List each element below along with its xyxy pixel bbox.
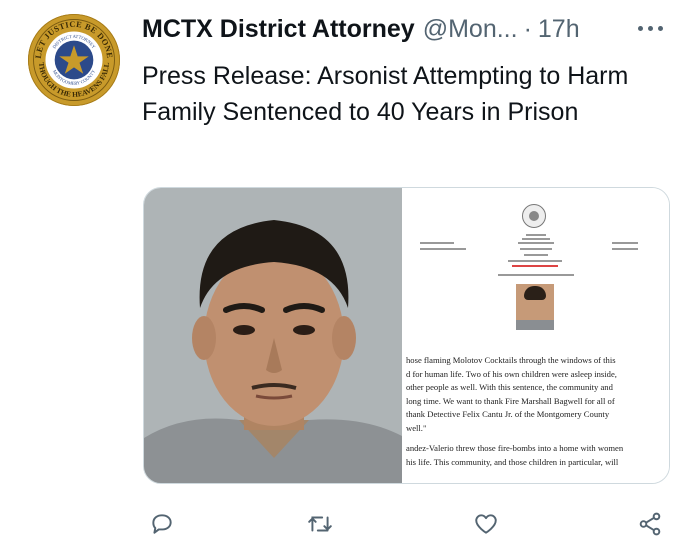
press-release-document: hose flaming Molotov Cocktails through t…: [402, 188, 669, 483]
share-icon: [639, 512, 661, 536]
document-seal-icon: [522, 204, 546, 228]
retweet-button[interactable]: [300, 504, 340, 544]
heart-icon: [475, 514, 497, 534]
user-handle[interactable]: @Mon...: [423, 15, 518, 44]
more-dot-icon: [657, 25, 663, 31]
reply-button[interactable]: [142, 504, 182, 544]
document-photo: [516, 284, 554, 330]
display-name[interactable]: MCTX District Attorney: [142, 15, 415, 44]
more-dot-icon: [647, 25, 653, 31]
tweet-text: Press Release: Arsonist Attempting to Ha…: [142, 62, 629, 126]
district-attorney-seal-icon: LET JUSTICE BE DONE THOUGH THE HEAVENS F…: [28, 14, 120, 106]
separator-dot: ·: [523, 14, 532, 43]
tweet-header: MCTX District Attorney @Mon... · 17h: [142, 12, 580, 46]
document-paragraph-2: andez-Valerio threw those fire-bombs int…: [406, 443, 624, 467]
tweet-actions: [0, 504, 700, 544]
timestamp[interactable]: 17h: [538, 15, 580, 44]
retweet-icon: [308, 516, 332, 532]
avatar[interactable]: LET JUSTICE BE DONE THOUGH THE HEAVENS F…: [28, 14, 120, 106]
mugshot-photo: [144, 188, 402, 483]
like-button[interactable]: [466, 504, 506, 544]
document-paragraph-1: hose flaming Molotov Cocktails through t…: [406, 355, 617, 433]
tweet-media[interactable]: hose flaming Molotov Cocktails through t…: [143, 187, 670, 484]
reply-icon: [152, 514, 172, 534]
more-options-button[interactable]: [628, 16, 672, 40]
more-dot-icon: [637, 25, 643, 31]
share-button[interactable]: [630, 504, 670, 544]
